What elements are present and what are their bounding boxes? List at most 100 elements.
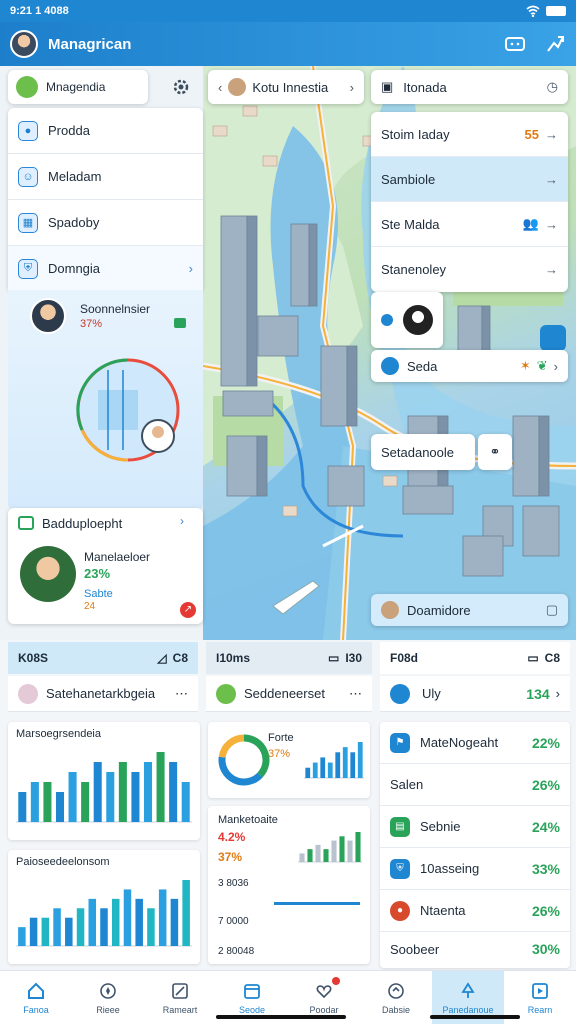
bottom-card-label: Doamidore xyxy=(407,602,471,618)
wifi-icon xyxy=(526,5,540,17)
metric-row[interactable]: ⚑ MateNogeaht 22% xyxy=(380,722,570,764)
bottom-card-avatar xyxy=(381,601,399,619)
metric-label: Sebnie xyxy=(420,819,461,834)
nav-label: Rameart xyxy=(162,1004,198,1015)
metric-row[interactable]: Soobeer 30% xyxy=(380,932,570,966)
sub-row-2[interactable]: Seddeneerset ⋯ xyxy=(206,676,372,712)
chart-card-1[interactable]: Marsoegrsendeia xyxy=(8,722,200,840)
metric-value: 24% xyxy=(531,818,560,835)
map-tab-right[interactable]: ▣ Itonada ◷ xyxy=(371,70,568,104)
tab-f08d[interactable]: F08d ▭ C8 xyxy=(380,642,570,674)
profile-avatar[interactable] xyxy=(10,30,38,58)
person-panel[interactable]: Soonnelnsier 37% xyxy=(8,290,203,510)
chart4-row-1: 3 8036 xyxy=(218,878,249,889)
more-icon[interactable]: ⋯ xyxy=(349,686,362,702)
person-avatar xyxy=(30,298,66,334)
chart-bar xyxy=(323,849,329,862)
donut-card[interactable]: Forte 37% xyxy=(208,722,370,798)
map-pin-card[interactable] xyxy=(371,292,443,348)
metric-label: Soobeer xyxy=(390,941,440,957)
stat-sub-value: 24 xyxy=(84,601,96,612)
nav-label: Seode xyxy=(238,1004,266,1015)
chart-bar xyxy=(18,927,26,946)
compass-button[interactable] xyxy=(540,325,566,351)
map-tab-left[interactable]: ‹ Kotu Innestia › xyxy=(208,70,364,104)
more-icon[interactable]: ⋯ xyxy=(175,686,188,702)
metrics-list: ⚑ MateNogeaht 22% Salen 26% ▤ Sebnie 24%… xyxy=(380,722,570,968)
sub-label: Satehanetarkbgeia xyxy=(46,686,156,701)
left-item-label: Domngia xyxy=(48,261,101,276)
metric-row[interactable]: ⛨ 10asseing 33% xyxy=(380,848,570,890)
brand-icon xyxy=(16,76,38,98)
tab-label: F08d xyxy=(390,651,419,665)
box-icon xyxy=(172,982,188,999)
nav-label: Fanoa xyxy=(23,1004,49,1015)
arrow-right-icon: → xyxy=(545,216,558,232)
chart-bar xyxy=(182,880,190,946)
chevron-right-icon: › xyxy=(188,261,193,276)
left-item-domngia[interactable]: ⛨ Domngia › xyxy=(8,246,203,292)
chart4-value-2: 37% xyxy=(218,850,243,864)
stat-card[interactable]: Badduploepht › Manelaeloer 23% Sabte 24 … xyxy=(8,508,203,624)
chart-bar xyxy=(335,752,341,778)
nav-home[interactable]: Fanoa xyxy=(0,971,72,1024)
gear-icon[interactable] xyxy=(170,76,192,98)
map-callout-action[interactable]: ⚭ xyxy=(478,434,512,470)
chart-bar xyxy=(30,782,39,822)
sub-row-1[interactable]: Satehanetarkbgeia ⋯ xyxy=(8,676,198,712)
mini-bar-chart xyxy=(304,742,364,779)
map-list-item[interactable]: Ste Malda 👥 → xyxy=(371,202,568,247)
chart-card-2[interactable]: Paioseedeelonsom xyxy=(8,850,200,964)
chart-bar xyxy=(169,762,178,822)
nav-rieee[interactable]: Rieee xyxy=(72,971,144,1024)
sub-value: 134 xyxy=(526,685,550,702)
chart-title: Paioseedeelonsom xyxy=(16,856,110,868)
chart-bar xyxy=(305,767,311,778)
chart-bar xyxy=(327,762,333,778)
arrow-right-icon: → xyxy=(545,171,558,187)
tab-k08s[interactable]: K08S ◿ C8 xyxy=(8,642,198,674)
chart-bar xyxy=(342,747,348,778)
ball-icon: ● xyxy=(390,900,410,921)
refresh-icon xyxy=(216,683,236,704)
alert-icon[interactable]: ↗ xyxy=(180,602,196,618)
left-item-meladam[interactable]: ☺ Meladam xyxy=(8,154,203,200)
nav-rameart[interactable]: Rameart xyxy=(144,971,216,1024)
tag-icon xyxy=(174,318,186,328)
left-item-prodda[interactable]: ● Prodda xyxy=(8,108,203,154)
map-seda-card[interactable]: Seda ✶ ❦ › xyxy=(371,350,568,382)
map-callout[interactable]: Setadanoole xyxy=(371,434,475,470)
chart-bar xyxy=(357,742,363,778)
left-item-spadoby[interactable]: ▦ Spadoby xyxy=(8,200,203,246)
share-icon[interactable] xyxy=(544,33,566,55)
map-bottom-card[interactable]: Doamidore ▢ xyxy=(371,594,568,626)
chart-card-4[interactable]: Manketoaite 4.2% 37% 3 8036 7 0000 2 800… xyxy=(208,806,370,964)
map-list-item[interactable]: Stoim Iaday 55 → xyxy=(371,112,568,157)
tab-right-label: I30 xyxy=(345,651,362,665)
settings-icon xyxy=(390,683,410,704)
metric-label: Ntaenta xyxy=(420,903,466,918)
progress-line xyxy=(274,902,360,905)
metric-row[interactable]: ● Ntaenta 26% xyxy=(380,890,570,932)
location-avatar xyxy=(228,78,247,96)
donut-slice xyxy=(243,734,270,778)
tab-i10ms[interactable]: I10ms ▭ I30 xyxy=(206,642,372,674)
map-list-label: Stoim Iaday xyxy=(381,126,450,142)
metric-row[interactable]: Salen 26% xyxy=(380,764,570,806)
sub-label: Uly xyxy=(422,686,441,701)
message-icon[interactable] xyxy=(504,33,526,55)
map-list-item[interactable]: Sambiole → xyxy=(371,157,568,202)
left-header-card[interactable]: Mnagendia xyxy=(8,70,148,104)
nav-label: Rieee xyxy=(96,1004,120,1015)
nav-dabsie[interactable]: Dabsie xyxy=(360,971,432,1024)
metric-row[interactable]: ▤ Sebnie 24% xyxy=(380,806,570,848)
chart-title: Manketoaite xyxy=(218,814,278,826)
chart4-row-2: 7 0000 xyxy=(218,916,249,927)
donut-title: Forte xyxy=(268,732,294,744)
tab-right-label: C8 xyxy=(544,651,560,665)
map-list-item[interactable]: Stanenoley → xyxy=(371,247,568,292)
chart-bar xyxy=(347,840,353,862)
sub-row-3[interactable]: Uly 134 › xyxy=(380,676,570,712)
stat-name: Manelaeloer xyxy=(84,550,151,564)
square-icon: ▢ xyxy=(545,602,558,617)
